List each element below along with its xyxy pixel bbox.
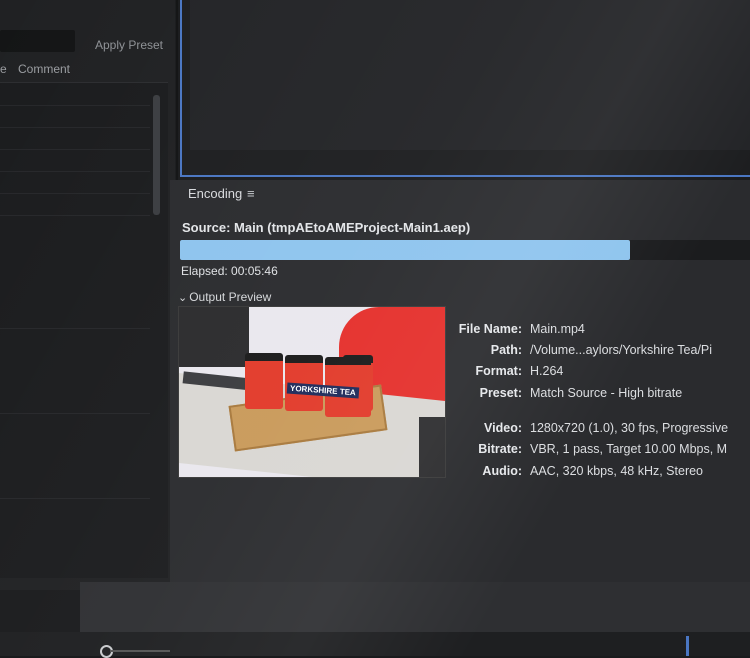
info-label: Format:: [475, 364, 522, 378]
chevron-down-icon: ⌄: [178, 292, 188, 304]
info-row-audio: Audio: AAC, 320 kbps, 48 kHz, Stereo: [450, 464, 750, 484]
elapsed-time: Elapsed: 00:05:46: [181, 264, 278, 278]
thumbnail-stand: [419, 417, 445, 477]
program-monitor: [180, 0, 750, 177]
preset-dropdown[interactable]: [0, 30, 75, 52]
list-item[interactable]: [0, 215, 150, 216]
column-header-partial[interactable]: e: [0, 62, 7, 76]
info-row-format: Format: H.264: [450, 364, 750, 384]
program-monitor-viewport: [190, 0, 750, 150]
thumbnail-monitor: [179, 307, 249, 367]
list-item[interactable]: [0, 193, 150, 194]
info-label: File Name:: [458, 322, 522, 336]
info-value: Match Source - High bitrate: [530, 386, 683, 400]
list-item[interactable]: [0, 149, 150, 150]
info-value: /Volume...aylors/Yorkshire Tea/Pi: [530, 343, 713, 357]
info-value: H.264: [530, 364, 564, 378]
panel-menu-icon[interactable]: ≡: [247, 186, 255, 201]
info-value: 1280x720 (1.0), 30 fps, Progressive: [530, 421, 729, 435]
info-label: Video:: [484, 421, 522, 435]
info-row-path: Path: /Volume...aylors/Yorkshire Tea/Pi: [450, 343, 750, 363]
list-item[interactable]: [0, 498, 150, 499]
info-row-bitrate: Bitrate: VBR, 1 pass, Target 10.00 Mbps,…: [450, 442, 750, 462]
list-item[interactable]: [0, 328, 150, 329]
queue-panel: Apply Preset e Comment: [0, 0, 175, 590]
output-preview-thumbnail: YORKSHIRE TEA: [178, 306, 446, 478]
queue-scrollbar[interactable]: [153, 95, 160, 215]
encoding-progress-fill: [180, 240, 630, 260]
info-label: Audio:: [482, 464, 522, 478]
encoding-panel-title: Encoding: [188, 186, 243, 201]
info-value: VBR, 1 pass, Target 10.00 Mbps, M: [530, 442, 728, 456]
panel-focus-edge: [686, 636, 689, 656]
info-row-file-name: File Name: Main.mp4: [450, 322, 750, 342]
list-item[interactable]: [0, 413, 150, 414]
apply-preset-button[interactable]: Apply Preset: [86, 33, 172, 57]
info-value: Main.mp4: [530, 322, 585, 336]
info-label: Preset:: [479, 386, 522, 400]
bottom-panel: [80, 582, 750, 632]
zoom-slider-track[interactable]: [110, 650, 170, 652]
source-label: Source: Main (tmpAEtoAMEProject-Main1.ae…: [182, 220, 471, 235]
output-preview-toggle[interactable]: ⌄ Output Preview: [178, 290, 271, 304]
info-row-video: Video: 1280x720 (1.0), 30 fps, Progressi…: [450, 421, 750, 441]
info-label: Path:: [490, 343, 522, 357]
queue-list[interactable]: [0, 82, 168, 578]
output-preview-label: Output Preview: [189, 290, 272, 304]
thumbnail-jar: [245, 353, 283, 409]
column-header-comment[interactable]: Comment: [18, 62, 70, 76]
list-item[interactable]: [0, 171, 150, 172]
info-label: Bitrate:: [478, 442, 522, 456]
list-item[interactable]: [0, 105, 150, 106]
info-row-preset: Preset: Match Source - High bitrate: [450, 386, 750, 406]
list-item[interactable]: [0, 127, 150, 128]
info-value: AAC, 320 kbps, 48 kHz, Stereo: [530, 464, 704, 478]
